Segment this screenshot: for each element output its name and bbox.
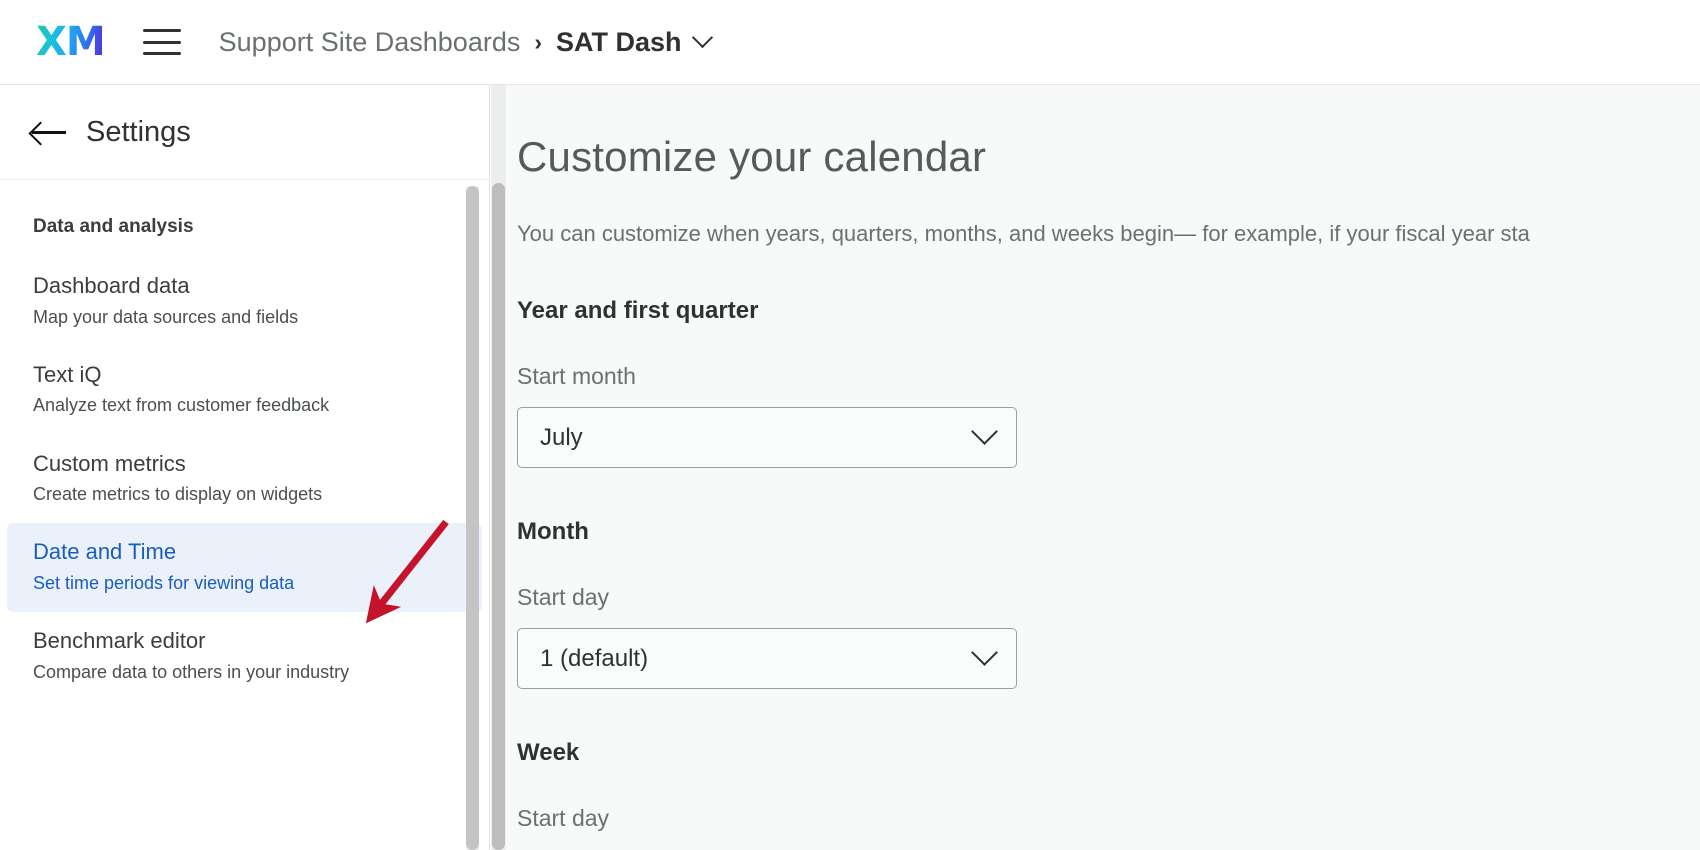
section-heading-year-first-quarter: Year and first quarter: [517, 297, 759, 324]
hamburger-menu-icon[interactable]: [142, 29, 181, 55]
main-description: You can customize when years, quarters, …: [517, 221, 1530, 246]
sidebar-item-description: Set time periods for viewing data: [33, 573, 295, 594]
sidebar-item-label: Custom metrics: [33, 450, 186, 476]
chevron-down-icon: [971, 639, 998, 666]
sidebar-item-label: Dashboard data: [33, 273, 190, 298]
sidebar-group-label: Data and analysis: [33, 216, 194, 237]
main-heading: Customize your calendar: [517, 133, 987, 180]
start-month-value: July: [540, 423, 583, 451]
sidebar-nav-list: Data and analysis Dashboard data Map you…: [0, 180, 489, 701]
field-label-month-start-day: Start day: [517, 584, 610, 610]
sidebar-item-label: Date and Time: [33, 539, 177, 565]
month-start-day-select[interactable]: 1 (default): [517, 628, 1017, 689]
section-heading-week: Week: [517, 739, 580, 766]
chevron-down-icon[interactable]: [691, 26, 713, 48]
breadcrumb-root-link[interactable]: Support Site Dashboards: [219, 27, 521, 58]
sidebar-item-dashboard-data[interactable]: Dashboard data Map your data sources and…: [7, 257, 482, 346]
breadcrumb: Support Site Dashboards › SAT Dash: [219, 26, 713, 58]
sidebar-item-label: Text iQ: [33, 361, 102, 387]
xm-logo[interactable]: XM: [36, 22, 106, 62]
sidebar-item-text-iq[interactable]: Text iQ Analyze text from customer feedb…: [7, 346, 482, 435]
field-label-start-month: Start month: [517, 363, 636, 389]
sidebar-item-description: Analyze text from customer feedback: [33, 395, 330, 416]
section-heading-month: Month: [517, 518, 589, 545]
app-root: XM Support Site Dashboards › SAT Dash Se…: [0, 0, 1700, 850]
settings-sidebar: Settings Data and analysis Dashboard dat…: [0, 85, 490, 850]
sidebar-item-date-and-time[interactable]: Date and Time Set time periods for viewi…: [7, 523, 482, 613]
page-title: Settings: [86, 115, 191, 148]
sidebar-item-description: Compare data to others in your industry: [33, 661, 350, 682]
sidebar-scrollbar-thumb[interactable]: [466, 186, 479, 850]
top-navigation-bar: XM Support Site Dashboards › SAT Dash: [0, 0, 1700, 85]
sidebar-item-description: Map your data sources and fields: [33, 306, 299, 327]
breadcrumb-current-dashboard[interactable]: SAT Dash: [556, 27, 682, 58]
field-label-week-start-day: Start day: [517, 805, 610, 831]
breadcrumb-separator-icon: ›: [534, 28, 543, 55]
arrow-left-icon[interactable]: [32, 120, 66, 144]
main-content: Customize your calendar You can customiz…: [491, 85, 1700, 850]
calendar-settings-panel: Customize your calendar You can customiz…: [491, 85, 1700, 832]
start-month-select[interactable]: July: [517, 407, 1017, 468]
sidebar-item-description: Create metrics to display on widgets: [33, 484, 323, 505]
chevron-down-icon: [971, 418, 998, 445]
sidebar-header: Settings: [0, 85, 489, 180]
main-scrollbar-thumb[interactable]: [492, 183, 505, 850]
month-start-day-value: 1 (default): [540, 644, 649, 672]
sidebar-item-custom-metrics[interactable]: Custom metrics Create metrics to display…: [7, 435, 482, 524]
sidebar-item-label: Benchmark editor: [33, 628, 206, 654]
sidebar-item-benchmark-editor[interactable]: Benchmark editor Compare data to others …: [7, 612, 482, 701]
